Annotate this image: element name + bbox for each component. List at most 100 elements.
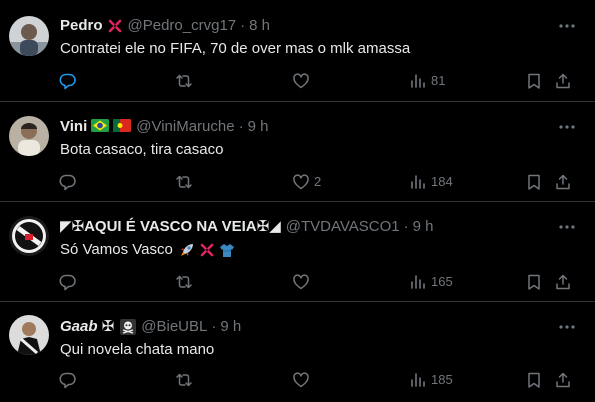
like-count: 2 [314,174,322,189]
bookmark-button[interactable] [525,369,543,391]
more-icon[interactable] [557,16,577,36]
anger-emoji [199,242,215,258]
retweet-button[interactable] [175,369,197,391]
bookmark-icon [525,72,543,90]
display-name[interactable]: Gaab ✠ [60,317,114,337]
share-button[interactable] [554,70,572,92]
avatar[interactable] [9,315,49,355]
views-count: 184 [431,174,453,189]
retweet-icon [175,371,193,389]
separator-dot: · [240,17,246,34]
share-button[interactable] [554,171,572,193]
flag-portugal [113,119,132,135]
flag-brazil [91,119,110,135]
tweet[interactable]: Gaab ✠ @BieUBL · 9 h Qui novela chata ma… [0,301,595,402]
retweet-button[interactable] [175,70,197,92]
display-name[interactable]: Vini [60,117,87,137]
bookmark-button[interactable] [525,171,543,193]
heart-icon [292,173,310,191]
views-count: 185 [431,372,453,387]
heart-icon [292,72,310,90]
tweet-text: Só Vamos Vasco [60,240,235,260]
views-button[interactable]: 184 [409,171,453,193]
user-handle[interactable]: @TVDAVASCO1 [286,217,400,237]
avatar[interactable] [9,216,49,256]
views-icon [409,371,427,389]
like-button[interactable] [292,271,314,293]
tweet-text-content: Só Vamos Vasco [60,241,173,258]
more-icon[interactable] [557,117,577,137]
anger-emoji [107,18,123,34]
heart-icon [292,273,310,291]
tweet-header: Gaab ✠ @BieUBL · 9 h [60,317,241,337]
user-handle[interactable]: @BieUBL [141,317,207,337]
display-name[interactable]: ◤✠AQUI É VASCO NA VEIA✠◢ [60,217,281,237]
action-bar: 185 [0,369,595,391]
tweet-header: Vini @ViniMaruche · 9 h [60,117,268,137]
tweet-text: Qui novela chata mano [60,340,214,360]
bookmark-button[interactable] [525,271,543,293]
timestamp[interactable]: 9 h [248,117,269,137]
action-bar: 2 184 [0,171,595,193]
bookmark-icon [525,173,543,191]
heart-icon [292,371,310,389]
timestamp[interactable]: 9 h [220,317,241,337]
reply-icon [59,273,77,291]
share-icon [554,72,572,90]
share-icon [554,371,572,389]
tweet-header: Pedro @Pedro_crvg17 · 8 h [60,16,270,36]
views-count: 165 [431,274,453,289]
share-button[interactable] [554,369,572,391]
reply-icon [59,72,77,90]
user-handle[interactable]: @Pedro_crvg17 [128,16,237,36]
reply-button[interactable] [59,271,81,293]
timestamp[interactable]: 9 h [413,217,434,237]
separator-dot: · [238,118,244,135]
reply-button[interactable] [59,171,81,193]
views-icon [409,72,427,90]
timestamp[interactable]: 8 h [249,16,270,36]
tweet-header: ◤✠AQUI É VASCO NA VEIA✠◢ @TVDAVASCO1 · 9… [60,217,433,237]
reply-icon [59,371,77,389]
share-button[interactable] [554,271,572,293]
tweet[interactable]: ◤✠AQUI É VASCO NA VEIA✠◢ @TVDAVASCO1 · 9… [0,201,595,301]
views-button[interactable]: 185 [409,369,453,391]
like-button[interactable] [292,369,314,391]
tweet[interactable]: Vini @ViniMaruche · 9 h Bota casaco, tir… [0,101,595,201]
tweet-text-content: Qui novela chata mano [60,341,215,358]
views-icon [409,273,427,291]
retweet-button[interactable] [175,271,197,293]
action-bar: 165 [0,271,595,293]
display-name[interactable]: Pedro [60,16,103,36]
views-icon [409,173,427,191]
user-handle[interactable]: @ViniMaruche [136,117,234,137]
separator-dot: · [211,318,217,335]
reply-button[interactable] [59,70,81,92]
separator-dot: · [403,218,409,235]
retweet-button[interactable] [175,171,197,193]
like-button[interactable]: 2 [292,171,321,193]
retweet-icon [175,72,193,90]
views-button[interactable]: 165 [409,271,453,293]
skull-crossbones-emoji [120,319,137,335]
tweet[interactable]: Pedro @Pedro_crvg17 · 8 h Contratei ele … [0,0,595,100]
like-button[interactable] [292,70,314,92]
views-button[interactable]: 81 [409,70,445,92]
tweet-text: Contratei ele no FIFA, 70 de over mas o … [60,39,410,59]
avatar[interactable] [9,16,49,56]
more-icon[interactable] [557,217,577,237]
rocket-emoji [179,242,195,258]
reply-icon [59,173,77,191]
tweet-text-content: Bota casaco, tira casaco [60,141,224,158]
views-count: 81 [431,73,446,88]
shirt-emoji [219,242,235,258]
retweet-icon [175,273,193,291]
action-bar: 81 [0,70,595,92]
bookmark-button[interactable] [525,70,543,92]
reply-button[interactable] [59,369,81,391]
share-icon [554,273,572,291]
more-icon[interactable] [557,317,577,337]
retweet-icon [175,173,193,191]
share-icon [554,173,572,191]
avatar[interactable] [9,116,49,156]
